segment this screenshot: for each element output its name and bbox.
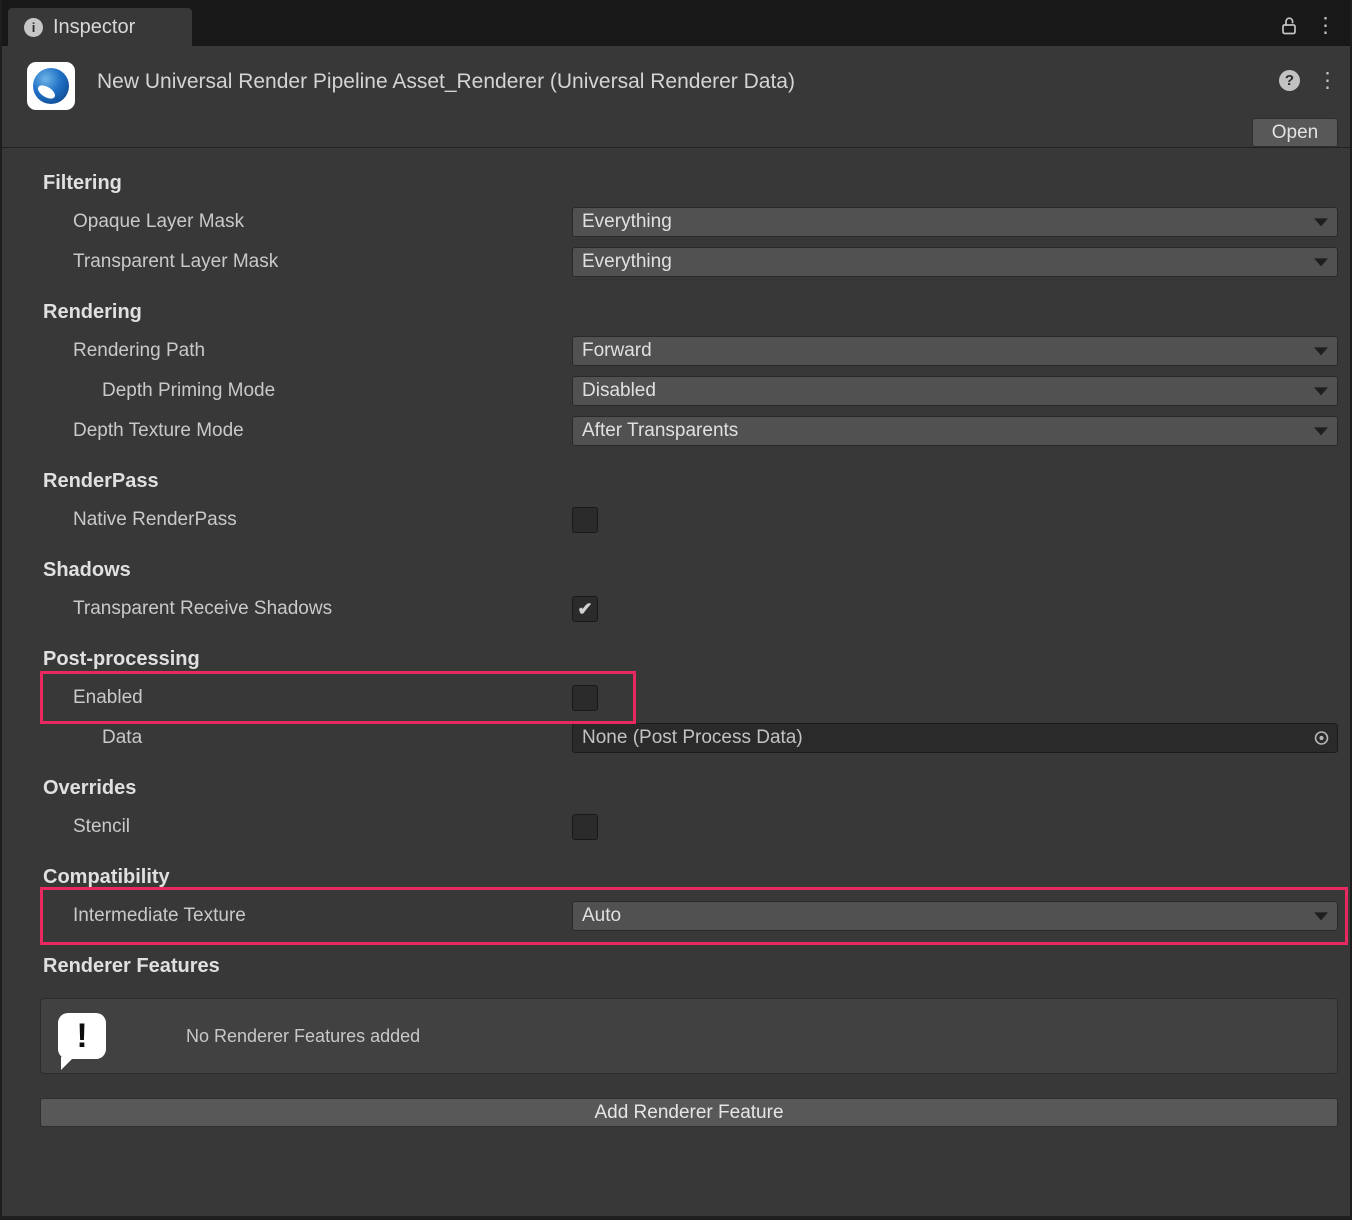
row-native-renderpass: Native RenderPass ✔ — [2, 505, 1350, 535]
chevron-down-icon — [1314, 347, 1328, 355]
field: Everything — [572, 247, 1338, 277]
checkmark-icon: ✔ — [577, 600, 592, 618]
object-field-value: None (Post Process Data) — [582, 727, 803, 749]
renderer-features-helpbox: ! No Renderer Features added — [40, 998, 1338, 1074]
property-label: Transparent Layer Mask — [73, 251, 572, 273]
section-title-shadows: Shadows — [43, 559, 1350, 582]
property-label: Depth Priming Mode — [102, 380, 572, 402]
chevron-down-icon — [1314, 258, 1328, 266]
row-post-processing-enabled: Enabled ✔ — [2, 683, 1350, 713]
property-label: Enabled — [73, 687, 572, 709]
chevron-down-icon — [1314, 912, 1328, 920]
chevron-down-icon — [1314, 218, 1328, 226]
transparent-layer-mask-dropdown[interactable]: Everything — [572, 247, 1338, 277]
dropdown-value: Auto — [582, 905, 621, 927]
dropdown-value: After Transparents — [582, 420, 738, 442]
field: Disabled — [572, 376, 1338, 406]
property-label: Rendering Path — [73, 340, 572, 362]
unlock-padlock-icon[interactable] — [1279, 15, 1299, 36]
field: Everything — [572, 207, 1338, 237]
intermediate-texture-dropdown[interactable]: Auto — [572, 901, 1338, 931]
property-label: Native RenderPass — [73, 509, 572, 531]
property-label: Stencil — [73, 816, 572, 838]
rendering-path-dropdown[interactable]: Forward — [572, 336, 1338, 366]
asset-header: New Universal Render Pipeline Asset_Rend… — [2, 46, 1350, 148]
help-icon[interactable]: ? — [1279, 70, 1300, 91]
row-opaque-layer-mask: Opaque Layer Mask Everything — [2, 207, 1350, 237]
row-intermediate-texture: Intermediate Texture Auto — [2, 901, 1350, 931]
property-label: Opaque Layer Mask — [73, 211, 572, 233]
info-icon: i — [24, 18, 43, 37]
field: Forward — [572, 336, 1338, 366]
object-picker-icon[interactable] — [1313, 730, 1330, 747]
header-menu-icon[interactable]: ⋮ — [1317, 70, 1338, 91]
helpbox-message: No Renderer Features added — [186, 1026, 420, 1047]
asset-header-top: New Universal Render Pipeline Asset_Rend… — [27, 62, 1338, 110]
row-post-process-data: Data None (Post Process Data) — [2, 723, 1350, 753]
opaque-layer-mask-dropdown[interactable]: Everything — [572, 207, 1338, 237]
field: ✔ — [572, 507, 1338, 533]
row-stencil: Stencil ✔ — [2, 812, 1350, 842]
chevron-down-icon — [1314, 427, 1328, 435]
depth-texture-mode-dropdown[interactable]: After Transparents — [572, 416, 1338, 446]
post-processing-enabled-checkbox[interactable]: ✔ — [572, 685, 598, 711]
field: ✔ — [572, 814, 1338, 840]
exclamation-icon: ! — [58, 1013, 106, 1059]
row-depth-texture-mode: Depth Texture Mode After Transparents — [2, 416, 1350, 446]
asset-header-bottom: Open — [27, 118, 1338, 147]
row-rendering-path: Rendering Path Forward — [2, 336, 1350, 366]
row-depth-priming-mode: Depth Priming Mode Disabled — [2, 376, 1350, 406]
transparent-receive-shadows-checkbox[interactable]: ✔ — [572, 596, 598, 622]
property-label: Intermediate Texture — [73, 905, 572, 927]
tab-inspector[interactable]: i Inspector — [8, 8, 192, 46]
section-title-rendering: Rendering — [43, 301, 1350, 324]
property-label: Transparent Receive Shadows — [73, 598, 572, 620]
row-transparent-layer-mask: Transparent Layer Mask Everything — [2, 247, 1350, 277]
field: ✔ — [572, 685, 1338, 711]
section-title-compatibility: Compatibility — [43, 866, 1350, 889]
tab-label: Inspector — [53, 16, 135, 39]
dropdown-value: Everything — [582, 251, 672, 273]
row-transparent-receive-shadows: Transparent Receive Shadows ✔ — [2, 594, 1350, 624]
tab-bar: i Inspector ⋮ — [2, 0, 1350, 46]
field: After Transparents — [572, 416, 1338, 446]
section-title-post-processing: Post-processing — [43, 648, 1350, 671]
tabbar-actions: ⋮ — [1279, 15, 1350, 46]
field: None (Post Process Data) — [572, 723, 1338, 753]
renderer-asset-icon — [27, 62, 75, 110]
tab-menu-icon[interactable]: ⋮ — [1315, 15, 1336, 36]
native-renderpass-checkbox[interactable]: ✔ — [572, 507, 598, 533]
depth-priming-mode-dropdown[interactable]: Disabled — [572, 376, 1338, 406]
inspector-body: Filtering Opaque Layer Mask Everything T… — [2, 172, 1350, 1127]
dropdown-value: Disabled — [582, 380, 656, 402]
section-title-filtering: Filtering — [43, 172, 1350, 195]
stencil-checkbox[interactable]: ✔ — [572, 814, 598, 840]
section-title-overrides: Overrides — [43, 777, 1350, 800]
chevron-down-icon — [1314, 387, 1328, 395]
section-title-renderer-features: Renderer Features — [43, 955, 1350, 978]
property-label: Data — [102, 727, 572, 749]
open-button[interactable]: Open — [1252, 118, 1338, 147]
header-actions: ? ⋮ — [1279, 62, 1338, 91]
asset-title: New Universal Render Pipeline Asset_Rend… — [75, 62, 1279, 94]
section-title-renderpass: RenderPass — [43, 470, 1350, 493]
property-label: Depth Texture Mode — [73, 420, 572, 442]
dropdown-value: Forward — [582, 340, 652, 362]
inspector-window: i Inspector ⋮ New Universal Render Pipel… — [0, 0, 1352, 1220]
field: Auto — [572, 901, 1338, 931]
post-process-data-object-field[interactable]: None (Post Process Data) — [572, 723, 1338, 753]
field: ✔ — [572, 596, 1338, 622]
add-renderer-feature-button[interactable]: Add Renderer Feature — [40, 1098, 1338, 1127]
dropdown-value: Everything — [582, 211, 672, 233]
